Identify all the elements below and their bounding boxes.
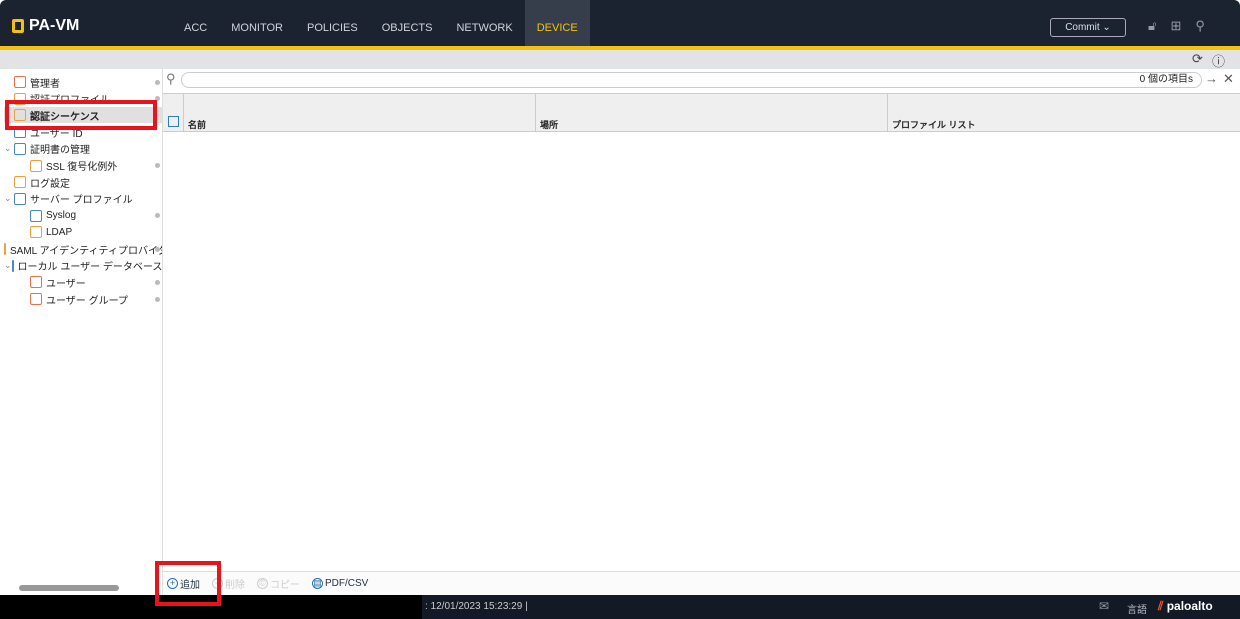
- item-icon: [4, 243, 6, 255]
- sidebar-item[interactable]: Syslog: [4, 208, 162, 224]
- item-icon: [14, 176, 26, 189]
- sidebar-item-label: ユーザー グループ: [46, 295, 128, 307]
- paloalto-logo: ⫽ paloalto: [1158, 599, 1213, 614]
- tab-monitor[interactable]: MONITOR: [219, 0, 295, 46]
- sidebar-item[interactable]: 管理者: [4, 74, 162, 90]
- subheader: ⟳ ⓘ: [0, 50, 1240, 69]
- top-nav-bar: PA-VM ACC MONITOR POLICIES OBJECTS NETWO…: [0, 0, 1240, 46]
- item-count: 0 個の項目s: [1139, 74, 1193, 85]
- search-icon: ⚲: [166, 71, 176, 86]
- item-icon: [30, 276, 42, 289]
- paloalto-logo-icon: ⫽: [1158, 599, 1167, 613]
- tab-device[interactable]: DEVICE: [524, 0, 590, 46]
- main-tabs: ACC MONITOR POLICIES OBJECTS NETWORK DEV…: [172, 0, 590, 46]
- pdf-label: PDF/CSV: [325, 578, 369, 589]
- item-icon: [30, 209, 42, 222]
- select-all-cell: [163, 94, 183, 131]
- chevron-down-icon[interactable]: ⌄: [4, 143, 14, 154]
- item-icon: [11, 259, 14, 272]
- sidebar-item-label: SAML アイデンティティプロバイダ: [10, 245, 162, 257]
- config-icon[interactable]: ⊞: [1170, 18, 1181, 34]
- delete-label: 削除: [225, 580, 245, 591]
- sidebar-scrollbar[interactable]: [4, 583, 154, 593]
- item-icon: [30, 226, 42, 239]
- sidebar-item-label: ログ設定: [30, 178, 70, 190]
- copy-label: コピー: [270, 580, 300, 591]
- column-location[interactable]: 場所: [535, 94, 887, 131]
- tab-acc[interactable]: ACC: [172, 0, 219, 46]
- logo-text: PA-VM: [29, 17, 80, 34]
- document-icon: ▤: [312, 578, 323, 589]
- tab-objects[interactable]: OBJECTS: [370, 0, 445, 46]
- sidebar-item[interactable]: ⌄ サーバー プロファイル: [4, 191, 162, 207]
- sidebar-item-label: SSL 復号化例外: [46, 162, 118, 173]
- chevron-down-icon[interactable]: ⌄: [4, 193, 14, 204]
- sidebar-item-label: 管理者: [30, 78, 60, 90]
- help-icon[interactable]: ⓘ: [1212, 51, 1225, 70]
- column-profile-list[interactable]: プロファイル リスト: [887, 94, 1240, 131]
- highlight-box-sidebar: [5, 100, 157, 130]
- tab-policies[interactable]: POLICIES: [295, 0, 370, 46]
- apply-filter-icon[interactable]: →: [1205, 71, 1218, 86]
- highlight-box-add: [155, 561, 221, 606]
- column-name[interactable]: 名前: [183, 94, 535, 131]
- search-row: ⚲ 0 個の項目s → ✕: [163, 69, 1240, 91]
- sidebar-item-label: サーバー プロファイル: [30, 195, 133, 207]
- chevron-down-icon[interactable]: ⌄: [4, 260, 12, 271]
- sidebar-item[interactable]: SSL 復号化例外: [4, 158, 162, 174]
- status-time: : 12/01/2023 15:23:29 |: [425, 601, 528, 612]
- language-button[interactable]: 言語: [1127, 601, 1147, 616]
- item-icon: [14, 192, 26, 205]
- sidebar: 管理者 認証プロファイル 認証シーケンス ユーザー ID ⌄ 証明書の管理 SSL 復号化例…: [0, 69, 163, 595]
- status-dot: [155, 213, 160, 219]
- paloalto-brand: paloalto: [1166, 599, 1213, 613]
- lock-icon[interactable]: 🔓︎: [1148, 18, 1156, 34]
- action-toolbar: + 追加 − 削除 © コピー ▤ PDF/CSV: [163, 571, 1240, 595]
- sidebar-item[interactable]: ⌄ 証明書の管理: [4, 141, 162, 157]
- pdf-csv-button[interactable]: ▤ PDF/CSV: [312, 578, 368, 589]
- sidebar-item[interactable]: ログ設定: [4, 174, 162, 190]
- status-dot: [155, 163, 160, 168]
- refresh-icon[interactable]: ⟳: [1192, 51, 1203, 67]
- status-dot: [155, 279, 160, 285]
- table-header: 名前 場所 プロファイル リスト: [163, 93, 1240, 132]
- sidebar-item[interactable]: ユーザー: [4, 274, 162, 290]
- status-dot: [155, 296, 160, 302]
- sidebar-item[interactable]: ⌄ ローカル ユーザー データベース: [4, 258, 162, 274]
- sidebar-item-label: ユーザー: [46, 278, 86, 290]
- item-icon: [14, 76, 26, 88]
- commit-button[interactable]: Commit ⌄: [1050, 18, 1126, 37]
- sidebar-item[interactable]: SAML アイデンティティプロバイダ: [4, 241, 162, 257]
- mail-icon[interactable]: ✉: [1099, 599, 1109, 613]
- sidebar-item-label: 証明書の管理: [30, 145, 90, 157]
- tab-network[interactable]: NETWORK: [444, 0, 524, 46]
- sidebar-item-label: Syslog: [46, 210, 77, 222]
- select-all-checkbox[interactable]: [168, 116, 179, 127]
- filter-input[interactable]: 0 個の項目s: [181, 72, 1202, 88]
- item-icon: [30, 159, 42, 172]
- clear-filter-icon[interactable]: ✕: [1223, 71, 1234, 87]
- copy-button[interactable]: © コピー: [257, 576, 300, 591]
- sidebar-item[interactable]: ユーザー グループ: [4, 291, 162, 307]
- sidebar-item[interactable]: LDAP: [4, 224, 162, 240]
- sidebar-item-label: LDAP: [46, 226, 73, 238]
- search-icon[interactable]: ⚲: [1195, 18, 1205, 34]
- sidebar-item-label: ローカル ユーザー データベース: [17, 262, 162, 274]
- status-dot: [155, 79, 160, 85]
- copy-icon: ©: [257, 578, 268, 589]
- item-icon: [30, 293, 42, 306]
- item-icon: [14, 142, 26, 155]
- status-dot: [155, 246, 160, 252]
- logo: PA-VM: [12, 17, 79, 35]
- logo-icon: [12, 19, 24, 33]
